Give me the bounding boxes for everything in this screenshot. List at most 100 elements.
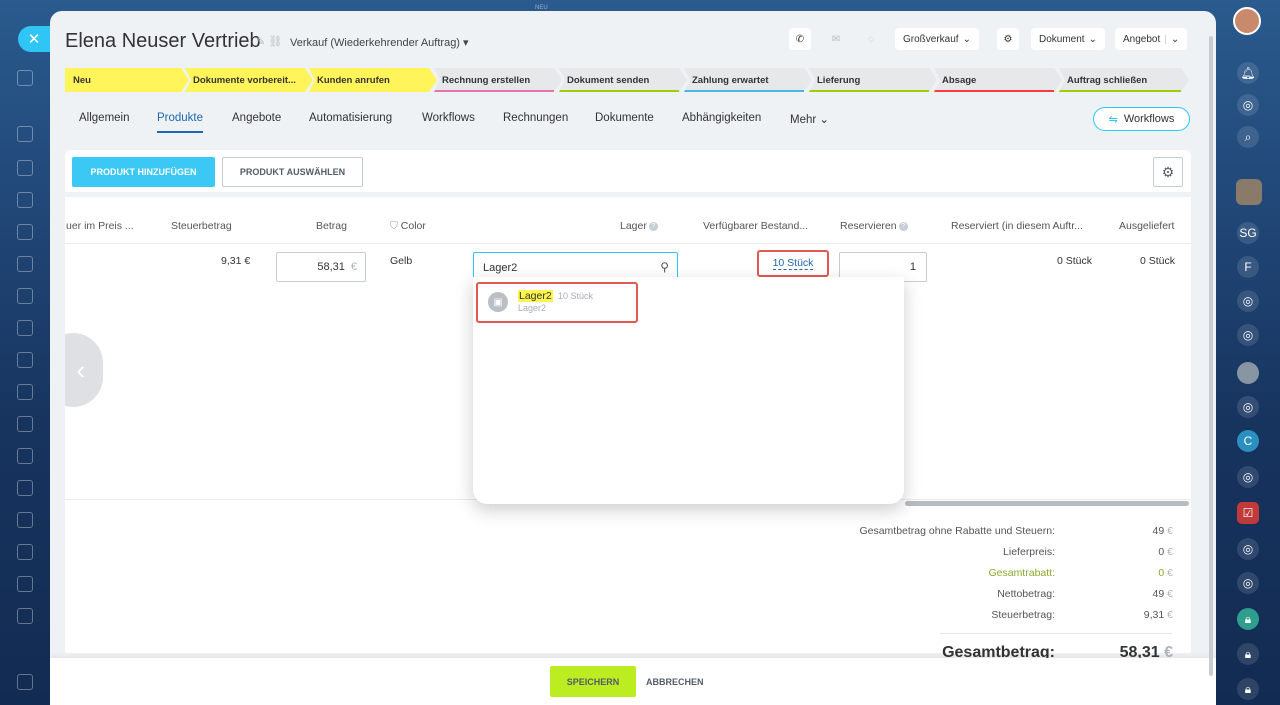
col-delivered[interactable]: Ausgeliefert — [1119, 220, 1174, 232]
cell-reserved-in-order: 0 Stück — [1057, 255, 1093, 267]
stage-absage[interactable]: Absage — [934, 68, 1062, 92]
offer-dropdown[interactable]: Angebot | ⌄ — [1115, 28, 1188, 50]
chevron-down-icon: ⌄ — [1088, 33, 1097, 45]
contact-badge-f[interactable]: F — [1237, 256, 1259, 278]
add-product-button[interactable]: PRODUKT HINZUFÜGEN — [72, 157, 215, 187]
save-button[interactable]: SPEICHERN — [550, 666, 636, 697]
warehouse-icon: ▣ — [488, 292, 508, 312]
stage-neu[interactable]: Neu — [65, 68, 189, 92]
sale-type-dropdown[interactable]: Großverkauf ⌄ — [895, 28, 979, 50]
tab-automatisierung[interactable]: Automatisierung — [309, 112, 392, 124]
stage-dokument-senden[interactable]: Dokument senden — [559, 68, 687, 92]
task-icon[interactable]: ☑ — [1237, 502, 1259, 524]
chat-icon[interactable]: ◌ — [860, 28, 882, 50]
tab-angebote[interactable]: Angebote — [232, 112, 281, 124]
col-color[interactable]: ⛉ Color — [390, 220, 426, 233]
tab-dokumente[interactable]: Dokumente — [595, 112, 654, 124]
stage-lieferung[interactable]: Lieferung — [809, 68, 937, 92]
stage-zahlung-erwartet[interactable]: Zahlung erwartet — [684, 68, 812, 92]
col-available[interactable]: Verfügbarer Bestand... — [703, 220, 808, 232]
tab-produkte[interactable]: Produkte — [157, 112, 204, 133]
lock-icon[interactable]: 🔒︎ — [1237, 608, 1259, 630]
select-product-button[interactable]: PRODUKT AUSWÄHLEN — [222, 157, 363, 187]
pipeline-selector[interactable]: Verkauf (Wiederkehrender Auftrag) ▾ — [290, 36, 469, 49]
filter-icon[interactable] — [17, 480, 33, 496]
option-subtitle: Lager2 — [518, 303, 547, 313]
help-icon[interactable]: ? — [898, 221, 908, 231]
contact-avatar[interactable] — [1237, 362, 1259, 384]
document-dropdown[interactable]: Dokument ⌄ — [1031, 28, 1105, 50]
tabs: Allgemein Produkte Angebote Automatisier… — [50, 107, 1216, 137]
tab-workflows[interactable]: Workflows — [422, 112, 475, 124]
openline-icon[interactable]: ◎ — [1237, 324, 1259, 346]
inventory-icon[interactable] — [17, 448, 33, 464]
print-icon[interactable] — [17, 674, 33, 690]
mail-icon[interactable] — [17, 512, 33, 528]
openline-icon[interactable]: ◎ — [1237, 290, 1259, 312]
gear-icon[interactable]: ⚙ — [997, 28, 1019, 50]
stage-auftrag-schliessen[interactable]: Auftrag schließen — [1059, 68, 1189, 92]
col-tax-in-price[interactable]: uer im Preis ... — [66, 220, 134, 232]
contact-avatar[interactable] — [1236, 179, 1262, 205]
stage-rechnung-erstellen[interactable]: Rechnung erstellen — [434, 68, 562, 92]
workflows-button[interactable]: ⇋ Workflows — [1093, 107, 1190, 131]
openline-icon[interactable]: ◎ — [1237, 466, 1259, 488]
automation-icon[interactable] — [17, 416, 33, 432]
lock-icon[interactable]: 🔒︎ — [1237, 678, 1259, 700]
col-amount[interactable]: Betrag — [316, 220, 347, 232]
col-tax-amount[interactable]: Steuerbetrag — [171, 220, 232, 232]
warehouse-option-lager2[interactable]: ▣ Lager2 10 Stück Lager2 — [476, 282, 638, 323]
lock-icon[interactable]: 🔒︎ — [1237, 643, 1259, 665]
document-label: Dokument — [1039, 33, 1085, 45]
chat-icon[interactable] — [17, 320, 33, 336]
help-icon[interactable]: ? — [648, 221, 658, 231]
analytics-icon[interactable] — [17, 352, 33, 368]
amount-input[interactable]: 58,31 € — [276, 252, 366, 282]
stage-dokumente[interactable]: Dokumente vorbereit... — [185, 68, 313, 92]
scroll-left-chevron-icon[interactable]: ‹ — [65, 333, 103, 407]
tab-mehr[interactable]: Mehr ⌄ — [790, 112, 829, 126]
col-warehouse[interactable]: Lager? — [620, 220, 658, 232]
stage-kunden-anrufen[interactable]: Kunden anrufen — [309, 68, 437, 92]
mail-icon[interactable]: ✉ — [825, 28, 847, 50]
crm-icon[interactable] — [17, 224, 33, 240]
tab-allgemein[interactable]: Allgemein — [79, 112, 130, 124]
close-slider-button[interactable]: ✕ — [18, 26, 50, 52]
documents-icon[interactable] — [17, 192, 33, 208]
settings-icon[interactable] — [17, 576, 33, 592]
grid-settings-gear-icon[interactable]: ⚙ — [1153, 157, 1183, 187]
tasks-icon[interactable] — [17, 288, 33, 304]
search-chat-icon[interactable]: ⌕ — [1237, 126, 1259, 148]
edit-title-icon[interactable]: ✎ ⛓︎ — [256, 35, 282, 48]
openlines-icon[interactable]: ◎ — [1237, 94, 1259, 116]
tab-abhaengigkeiten[interactable]: Abhängigkeiten — [682, 112, 761, 124]
cancel-button[interactable]: ABBRECHEN — [646, 666, 704, 697]
sites-icon[interactable] — [17, 544, 33, 560]
contacts-icon[interactable] — [17, 160, 33, 176]
menu-icon[interactable] — [17, 70, 33, 86]
openline-icon[interactable]: ◎ — [1237, 572, 1259, 594]
col-reserved-in-order[interactable]: Reserviert (in diesem Auftr... — [951, 220, 1083, 232]
apps-icon[interactable] — [17, 608, 33, 624]
tab-rechnungen[interactable]: Rechnungen — [503, 112, 568, 124]
search-icon[interactable]: ⚲ — [660, 260, 669, 274]
cart-icon[interactable] — [17, 384, 33, 400]
phone-icon[interactable]: ✆ — [789, 28, 811, 50]
contact-badge-c[interactable]: C — [1237, 430, 1259, 452]
option-quantity: 10 Stück — [558, 291, 594, 301]
feed-icon[interactable] — [17, 126, 33, 142]
total-row-discount: Gesamtrabatt: 0 € — [988, 567, 1173, 579]
offer-label: Angebot — [1123, 33, 1161, 45]
openline-icon[interactable]: ◎ — [1237, 538, 1259, 560]
option-name: Lager2 — [518, 290, 553, 302]
page-header: Elena Neuser Vertrieb ✎ ⛓︎ Verkauf (Wied… — [50, 11, 1216, 67]
col-reserve[interactable]: Reservieren? — [840, 220, 908, 232]
notifications-icon[interactable]: 🔔︎ — [1237, 62, 1259, 84]
chevron-down-icon: ⌄ — [819, 114, 830, 126]
vertical-scrollbar[interactable] — [1209, 36, 1213, 676]
calendar-icon[interactable] — [17, 256, 33, 272]
contact-badge-sg[interactable]: SG — [1237, 222, 1259, 244]
openline-icon[interactable]: ◎ — [1237, 396, 1259, 418]
user-avatar[interactable] — [1233, 7, 1261, 35]
available-stock-link[interactable]: 10 Stück — [757, 250, 829, 277]
